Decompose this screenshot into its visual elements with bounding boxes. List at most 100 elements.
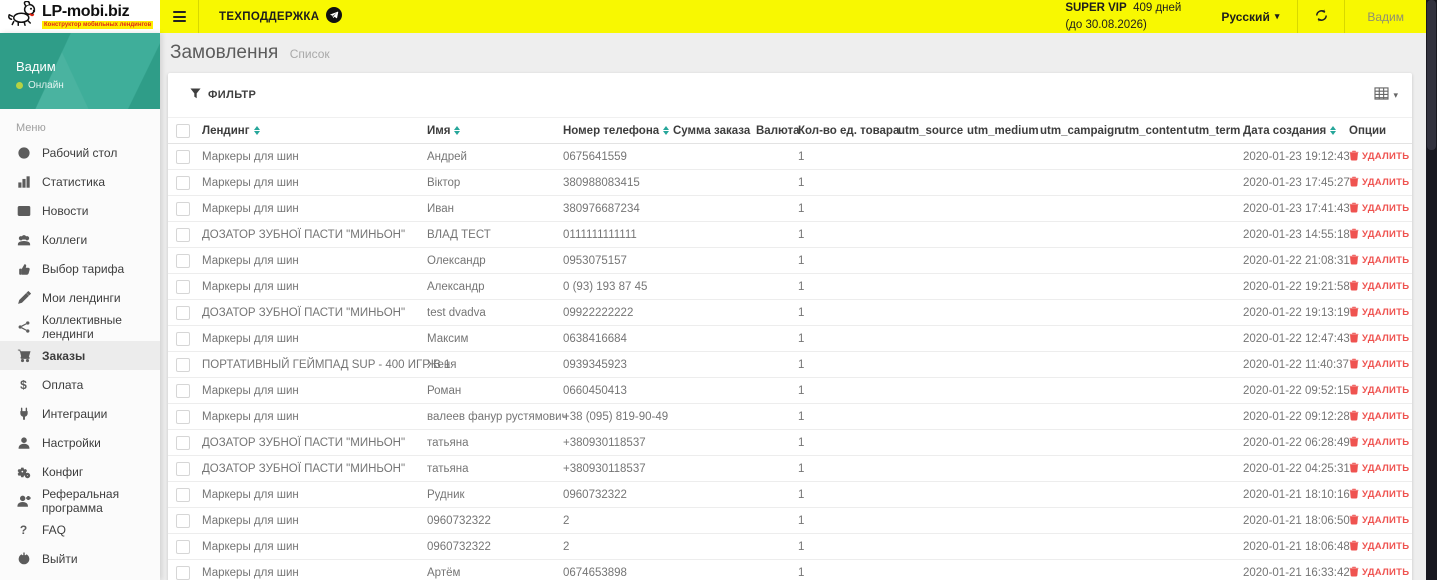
column-header-name[interactable]: Имя — [427, 125, 563, 137]
column-header-created[interactable]: Дата создания — [1243, 125, 1349, 137]
sidebar-item-dashboard[interactable]: Рабочий стол — [0, 138, 160, 167]
sidebar-item-news[interactable]: Новости — [0, 196, 160, 225]
sidebar-item-plug[interactable]: Интеграции — [0, 399, 160, 428]
sidebar-item-power[interactable]: Выйти — [0, 544, 160, 573]
cell-created: 2020-01-21 18:06:50 — [1243, 514, 1350, 527]
delete-button[interactable]: УДАЛИТЬ — [1349, 150, 1409, 164]
row-checkbox[interactable] — [176, 513, 190, 528]
delete-button[interactable]: УДАЛИТЬ — [1349, 384, 1409, 398]
support-button[interactable]: ТЕХПОДДЕРЖКА — [199, 0, 362, 33]
select-all-checkbox[interactable] — [176, 123, 190, 138]
sidebar-item-label: Коллеги — [42, 232, 88, 247]
card-toolbar: ФИЛЬТР ▾ — [168, 73, 1412, 117]
scrollbar-thumb[interactable] — [1427, 0, 1436, 150]
row-checkbox[interactable] — [176, 383, 190, 398]
refresh-button[interactable] — [1298, 0, 1344, 33]
page-scrollbar[interactable] — [1426, 0, 1437, 580]
columns-toggle-button[interactable]: ▾ — [1374, 87, 1398, 103]
trash-icon — [1349, 462, 1359, 476]
telegram-icon — [326, 7, 343, 26]
cell-qty: 1 — [798, 280, 805, 293]
row-checkbox[interactable] — [176, 253, 190, 268]
cell-phone: 0660450413 — [563, 384, 627, 397]
cell-landing: Маркеры для шин — [202, 540, 299, 553]
plan-name: SUPER VIP — [1065, 1, 1127, 14]
delete-button[interactable]: УДАЛИТЬ — [1349, 280, 1409, 294]
cell-name: ВЛАД ТЕСТ — [427, 228, 491, 241]
sidebar-item-gears[interactable]: Конфиг — [0, 457, 160, 486]
sidebar-item-question[interactable]: ? FAQ — [0, 515, 160, 544]
cell-created: 2020-01-23 14:55:18 — [1243, 228, 1350, 241]
sidebar-item-thumb[interactable]: Выбор тарифа — [0, 254, 160, 283]
delete-button[interactable]: УДАЛИТЬ — [1349, 488, 1409, 502]
delete-button[interactable]: УДАЛИТЬ — [1349, 462, 1409, 476]
cell-qty: 1 — [798, 488, 805, 501]
logo[interactable]: LP-mobi.biz Конструктор мобильных лендин… — [0, 0, 160, 33]
row-checkbox[interactable] — [176, 149, 190, 164]
sidebar-item-pen[interactable]: Мои лендинги — [0, 283, 160, 312]
cell-name: 0960732322 — [427, 540, 491, 553]
delete-button[interactable]: УДАЛИТЬ — [1349, 228, 1409, 242]
sidebar-item-user-plus[interactable]: Реферальная программа — [0, 486, 160, 515]
cell-qty: 1 — [798, 540, 805, 553]
delete-button[interactable]: УДАЛИТЬ — [1349, 254, 1409, 268]
column-header-options: Опции — [1349, 124, 1387, 137]
sidebar-item-dollar[interactable]: $ Оплата — [0, 370, 160, 399]
delete-button[interactable]: УДАЛИТЬ — [1349, 202, 1409, 216]
pen-icon — [16, 290, 31, 305]
cell-qty: 1 — [798, 202, 805, 215]
table-row: Маркеры для шин Артём 0674653898 1 2020-01-2… — [168, 560, 1412, 580]
user-plus-icon — [16, 493, 31, 508]
sidebar-item-label: Оплата — [42, 377, 84, 392]
delete-button[interactable]: УДАЛИТЬ — [1349, 306, 1409, 320]
delete-button[interactable]: УДАЛИТЬ — [1349, 410, 1409, 424]
delete-button[interactable]: УДАЛИТЬ — [1349, 514, 1409, 528]
cell-landing: ДОЗАТОР ЗУБНОЇ ПАСТИ "МИНЬОН" — [202, 436, 406, 449]
row-checkbox[interactable] — [176, 409, 190, 424]
hamburger-menu-button[interactable] — [160, 0, 198, 33]
delete-button[interactable]: УДАЛИТЬ — [1349, 436, 1409, 450]
row-checkbox[interactable] — [176, 175, 190, 190]
cell-landing: Маркеры для шин — [202, 332, 299, 345]
delete-button[interactable]: УДАЛИТЬ — [1349, 176, 1409, 190]
sidebar-item-share[interactable]: Коллективные лендинги — [0, 312, 160, 341]
delete-button[interactable]: УДАЛИТЬ — [1349, 540, 1409, 554]
share-icon — [16, 319, 31, 334]
cell-phone: +38 (095) 819-90-49 — [563, 410, 669, 423]
column-header-phone[interactable]: Номер телефона — [563, 125, 673, 137]
delete-button[interactable]: УДАЛИТЬ — [1349, 332, 1409, 346]
row-checkbox[interactable] — [176, 487, 190, 502]
delete-button[interactable]: УДАЛИТЬ — [1349, 358, 1409, 372]
filter-funnel-icon — [190, 88, 201, 102]
row-checkbox[interactable] — [176, 357, 190, 372]
sidebar-item-people[interactable]: Коллеги — [0, 225, 160, 254]
row-checkbox[interactable] — [176, 565, 190, 580]
row-checkbox[interactable] — [176, 201, 190, 216]
table-header-row: Лендинг Имя Номер телефона Сумма заказа Валю… — [168, 117, 1412, 144]
row-checkbox[interactable] — [176, 331, 190, 346]
row-checkbox[interactable] — [176, 305, 190, 320]
trash-icon — [1349, 332, 1359, 346]
profile-status: Онлайн — [16, 80, 144, 91]
row-checkbox[interactable] — [176, 435, 190, 450]
filter-button[interactable]: ФИЛЬТР — [190, 88, 256, 102]
sidebar-item-cart[interactable]: Заказы — [0, 341, 160, 370]
cell-created: 2020-01-22 19:13:19 — [1243, 306, 1350, 319]
row-checkbox[interactable] — [176, 539, 190, 554]
table-grid-icon — [1374, 87, 1390, 103]
cell-created: 2020-01-22 06:28:49 — [1243, 436, 1350, 449]
sidebar-item-bar-chart[interactable]: Статистика — [0, 167, 160, 196]
user-menu[interactable]: Вадим — [1345, 0, 1426, 33]
row-checkbox[interactable] — [176, 461, 190, 476]
sidebar-profile: Вадим Онлайн — [0, 33, 160, 109]
cell-created: 2020-01-22 21:08:31 — [1243, 254, 1350, 267]
row-checkbox[interactable] — [176, 227, 190, 242]
row-checkbox[interactable] — [176, 279, 190, 294]
column-header-landing[interactable]: Лендинг — [202, 125, 427, 137]
sidebar-item-user[interactable]: Настройки — [0, 428, 160, 457]
table-row: Маркеры для шин Максим 0638416684 1 2020-01-… — [168, 326, 1412, 352]
cell-name: Максим — [427, 332, 469, 345]
delete-button[interactable]: УДАЛИТЬ — [1349, 566, 1409, 580]
plug-icon — [16, 406, 31, 421]
language-selector[interactable]: Русский ▾ — [1203, 0, 1297, 33]
